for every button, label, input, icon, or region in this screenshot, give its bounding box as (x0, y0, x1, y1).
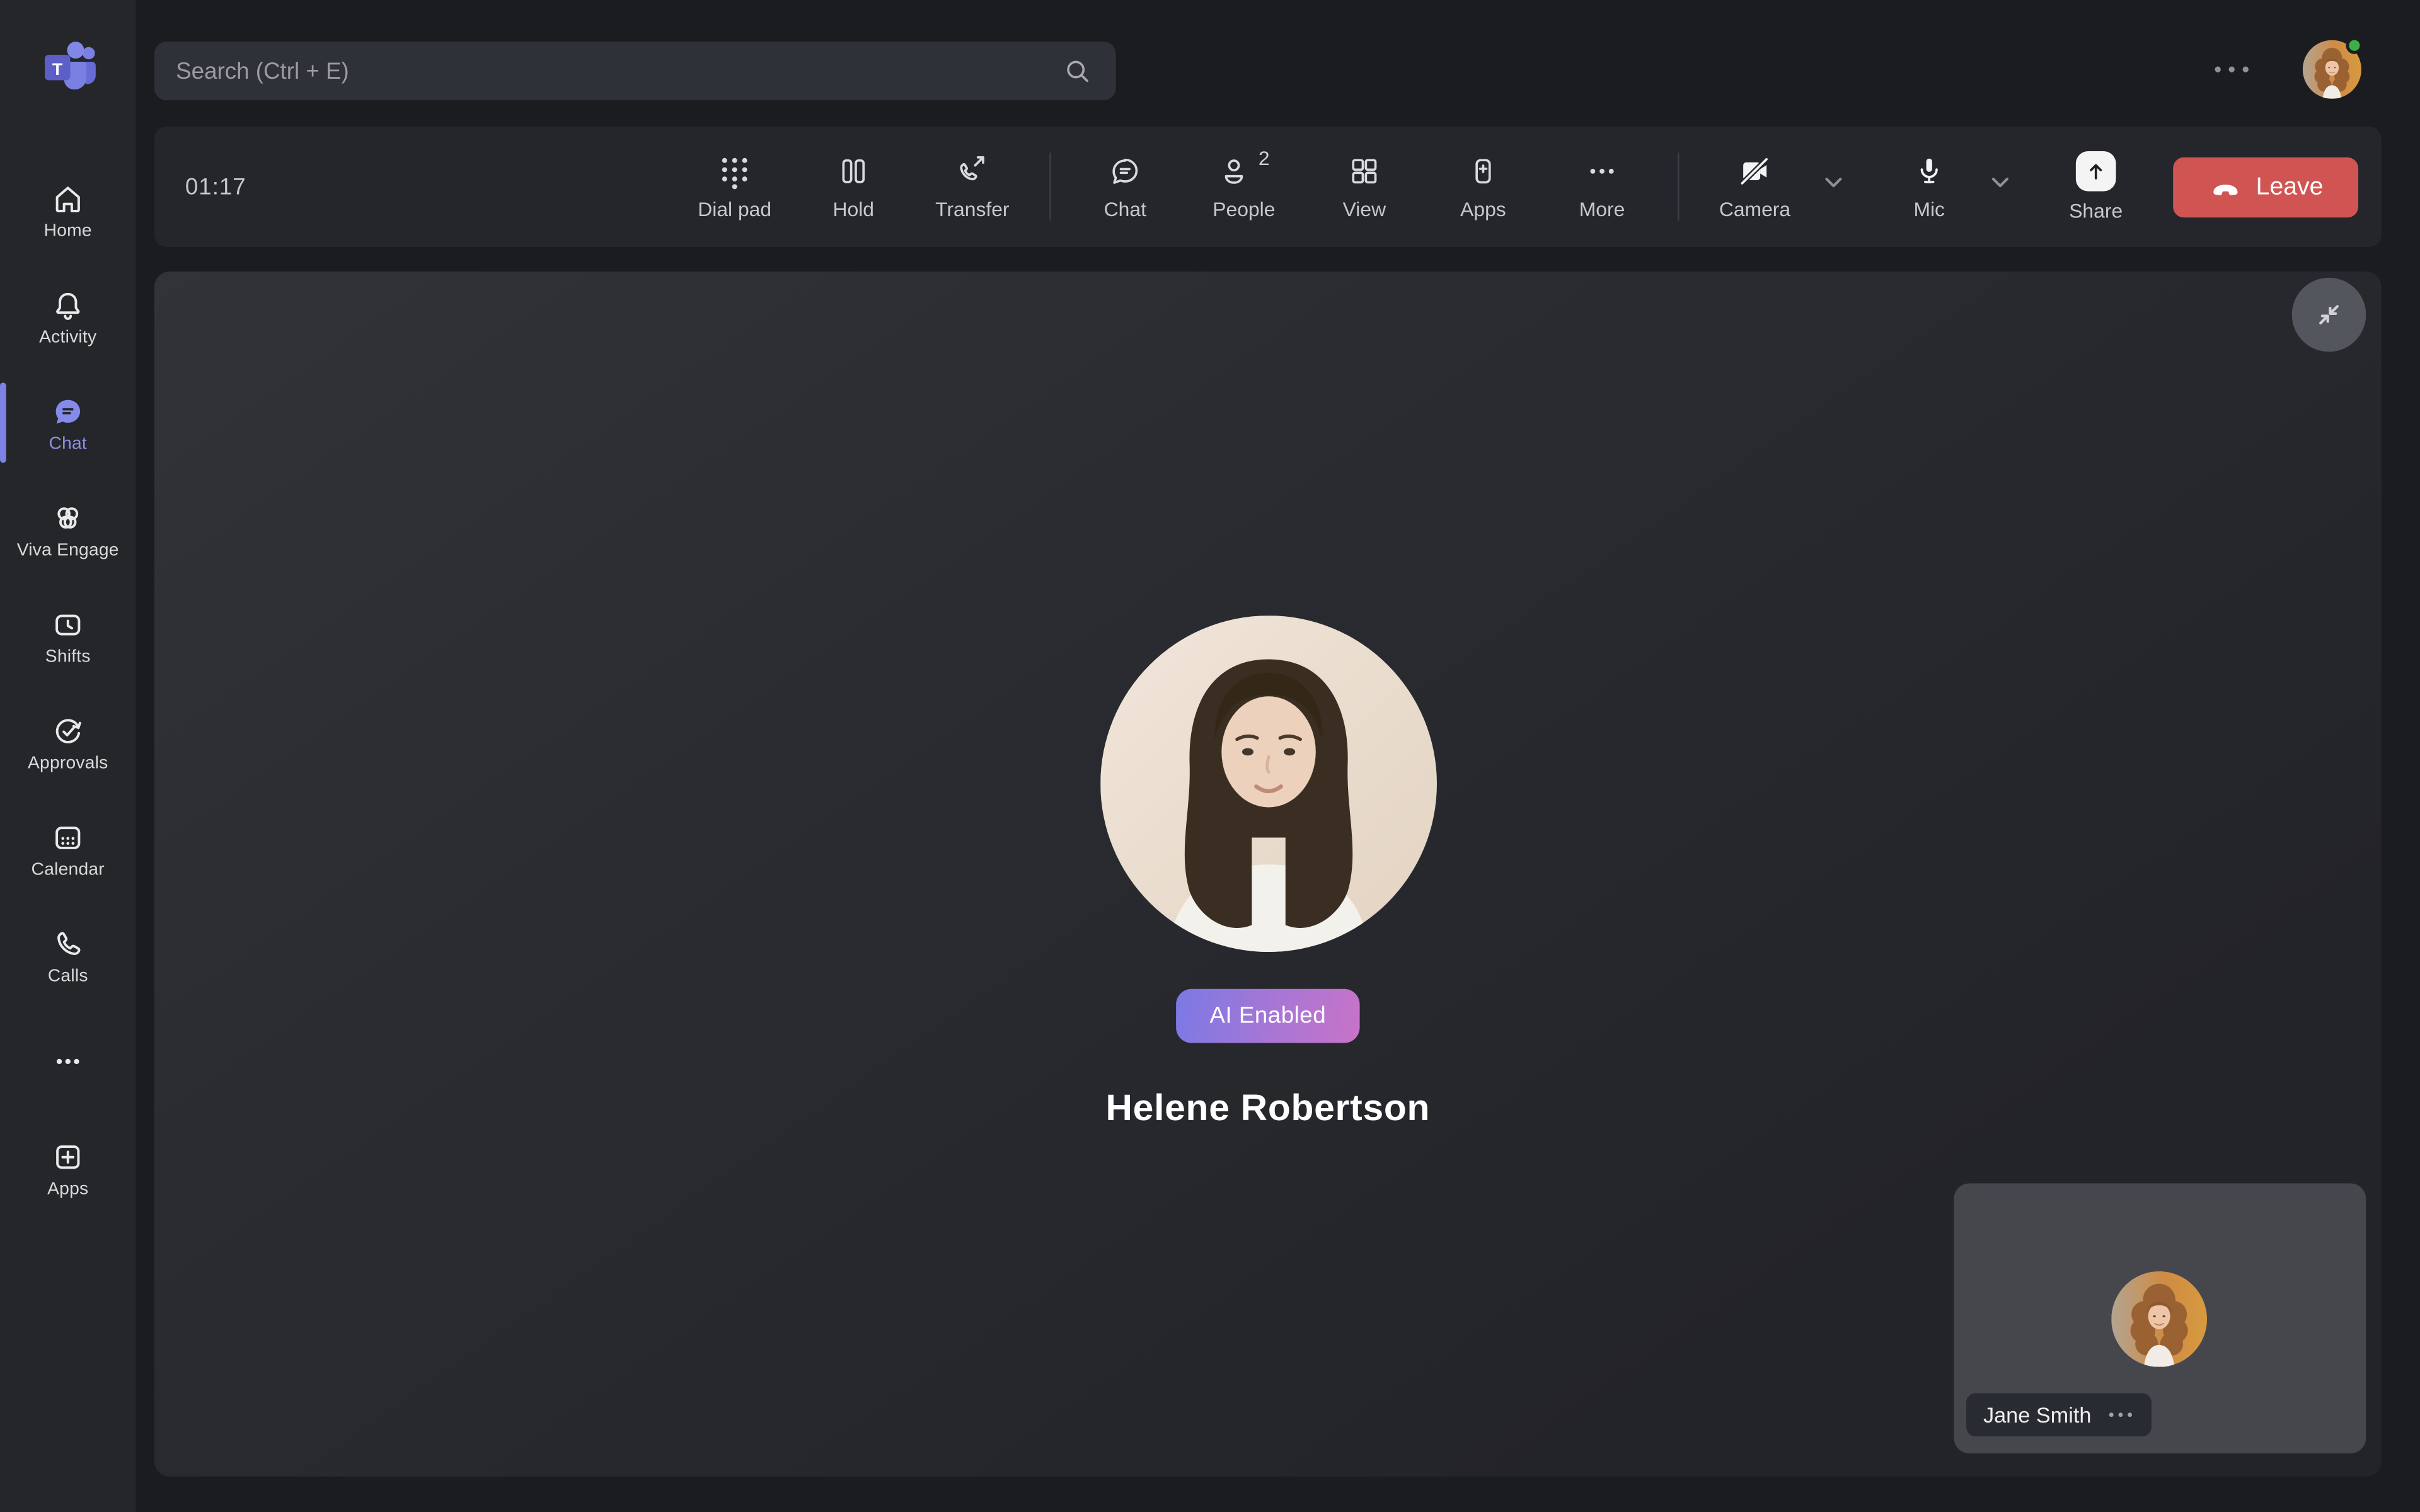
hold-pause-icon (835, 152, 872, 190)
sidebar-item-calls[interactable]: Calls (0, 912, 136, 998)
sidebar-item-label: Home (44, 221, 92, 239)
more-dots-icon (1584, 152, 1621, 190)
camera-off-icon (1736, 152, 1773, 190)
hang-up-icon (2208, 171, 2242, 205)
bell-icon (49, 286, 86, 323)
apps-button[interactable]: Apps (1434, 127, 1533, 247)
more-dots-icon (2211, 62, 2252, 77)
pip-participant-avatar (2111, 1271, 2207, 1367)
search-box[interactable] (154, 42, 1116, 100)
chat-bubble-icon (49, 392, 86, 430)
app-sidebar: T Home Activity (0, 0, 136, 1512)
top-bar (136, 0, 2420, 127)
toolbar-divider (1049, 152, 1051, 220)
dial-pad-button[interactable]: Dial pad (685, 127, 784, 247)
main-participant-avatar (1100, 616, 1436, 952)
ai-enabled-badge: AI Enabled (1176, 989, 1360, 1043)
chat-bubble-icon (1107, 152, 1144, 190)
window-more-menu-button[interactable] (2210, 51, 2254, 88)
presence-available-dot (2346, 37, 2363, 54)
teams-logo-icon: T (34, 34, 102, 102)
pip-name-pill: Jane Smith (1966, 1393, 2152, 1436)
sidebar-item-activity[interactable]: Activity (0, 273, 136, 359)
share-arrow-icon (2076, 151, 2116, 192)
sidebar-item-more[interactable] (0, 1018, 136, 1104)
teams-call-window: T Home Activity (0, 0, 2420, 1512)
avatar-image (1100, 616, 1436, 952)
toolbar-divider (1678, 152, 1679, 220)
sidebar-item-shifts[interactable]: Shifts (0, 592, 136, 679)
viva-engage-icon (49, 499, 86, 536)
leave-label: Leave (2256, 174, 2324, 202)
selected-accent-bar (0, 382, 6, 462)
call-stage: AI Enabled Helene Robertson (154, 272, 2382, 1477)
self-video-tile[interactable]: Jane Smith (1954, 1183, 2366, 1453)
apps-plus-icon (49, 1138, 86, 1175)
sidebar-item-label: Chat (49, 434, 86, 452)
sidebar-item-label: Apps (47, 1179, 88, 1198)
sidebar-item-label: Viva Engage (17, 541, 119, 559)
sidebar-item-approvals[interactable]: Approvals (0, 699, 136, 785)
shifts-clock-icon (49, 605, 86, 643)
leave-call-button[interactable]: Leave (2173, 158, 2358, 218)
chat-panel-button[interactable]: Chat (1076, 127, 1175, 247)
participant-count: 2 (1259, 147, 1270, 170)
sidebar-item-apps[interactable]: Apps (0, 1125, 136, 1211)
sidebar-item-chat[interactable]: Chat (0, 379, 136, 466)
sidebar-nav: Home Activity Chat (0, 166, 136, 1211)
apps-plus-icon (1465, 152, 1502, 190)
search-icon (1060, 54, 1094, 88)
pip-participant-name: Jane Smith (1983, 1402, 2092, 1427)
people-icon (1218, 152, 1255, 190)
approvals-check-icon (49, 712, 86, 749)
main-participant: AI Enabled Helene Robertson (154, 272, 2382, 1131)
teams-logo: T (0, 34, 136, 102)
mic-icon (1911, 152, 1948, 190)
account-avatar[interactable] (2303, 40, 2361, 99)
hold-button[interactable]: Hold (804, 127, 903, 247)
view-grid-icon (1346, 152, 1383, 190)
sidebar-item-viva-engage[interactable]: Viva Engage (0, 486, 136, 572)
sidebar-item-label: Activity (39, 328, 96, 346)
svg-text:T: T (52, 60, 63, 79)
avatar-image (2111, 1271, 2207, 1367)
mic-toggle-button[interactable]: Mic (1880, 127, 1979, 247)
sidebar-item-label: Shifts (45, 647, 91, 665)
dial-pad-icon (716, 152, 753, 190)
call-toolbar: 01:17 Dial pad Hold (154, 127, 2382, 247)
more-dots-icon (2107, 1409, 2135, 1421)
search-input[interactable] (176, 58, 1060, 84)
main-participant-name: Helene Robertson (1105, 1088, 1430, 1131)
transfer-call-icon (954, 152, 991, 190)
sidebar-item-calendar[interactable]: Calendar (0, 805, 136, 891)
home-icon (49, 180, 86, 217)
more-actions-button[interactable]: More (1553, 127, 1652, 247)
share-button[interactable]: Share (2046, 127, 2145, 247)
pip-more-options-button[interactable] (2107, 1409, 2135, 1421)
view-button[interactable]: View (1315, 127, 1414, 247)
sidebar-item-label: Approvals (28, 753, 108, 772)
sidebar-item-label: Calendar (32, 860, 105, 878)
camera-options-chevron-icon[interactable] (1815, 164, 1852, 201)
more-dots-icon (49, 1043, 86, 1080)
sidebar-item-home[interactable]: Home (0, 166, 136, 253)
people-panel-button[interactable]: 2 People (1195, 127, 1294, 247)
transfer-button[interactable]: Transfer (923, 127, 1022, 247)
camera-toggle-button[interactable]: Camera (1705, 127, 1804, 247)
call-timer: 01:17 (185, 127, 246, 247)
phone-icon (49, 925, 86, 962)
sidebar-item-label: Calls (48, 966, 88, 985)
mic-options-chevron-icon[interactable] (1981, 164, 2019, 201)
calendar-icon (49, 818, 86, 856)
